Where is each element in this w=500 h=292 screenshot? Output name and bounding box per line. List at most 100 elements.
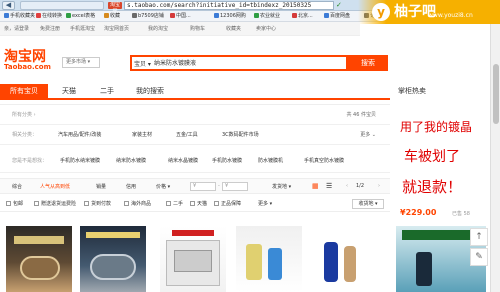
filter-option[interactable]: 手机真空防水镀膜	[304, 157, 344, 164]
product-image[interactable]	[6, 226, 72, 292]
checkbox-icon[interactable]	[6, 201, 11, 206]
browser-tab[interactable]	[20, 1, 104, 10]
ad-text-line1: 用了我的镀晶	[400, 120, 473, 134]
filter-checkbox[interactable]: 货到付款	[84, 200, 111, 207]
topnav-link[interactable]: 手机逛淘宝	[70, 25, 95, 32]
scrollbar[interactable]	[490, 24, 500, 292]
bookmark-label: 中国...	[176, 13, 191, 19]
bookmark-item[interactable]: 在线转换	[36, 12, 62, 21]
filter-checkbox[interactable]: 包邮	[6, 200, 23, 207]
next-page-icon[interactable]: ›	[378, 183, 380, 189]
filter-option[interactable]: 五金/工具	[176, 131, 198, 138]
filter-option[interactable]: 3C数码配件市场	[222, 131, 259, 138]
filter-option[interactable]: 汽车用品/配件/改装	[58, 131, 101, 138]
bookmark-item[interactable]: excel表格	[66, 12, 95, 21]
filter-option[interactable]: 手机防水镀膜	[212, 157, 242, 164]
bookmark-label: 百度网盘	[330, 13, 351, 19]
bookmark-icon	[132, 13, 137, 18]
checkbox-icon[interactable]	[124, 201, 129, 206]
bookmark-item[interactable]: 12306网购	[214, 12, 246, 21]
sort-popularity[interactable]: 人气从高到低	[40, 183, 70, 190]
bookmark-icon	[214, 13, 219, 18]
bookmark-item[interactable]: 百度网盘	[324, 12, 350, 21]
taobao-logo-subtitle: Taobao.com	[4, 63, 51, 71]
sort-credit[interactable]: 信用	[126, 183, 136, 190]
topnav-link[interactable]: 购物车	[190, 25, 205, 32]
bookmark-item[interactable]: b7509店铺	[132, 12, 164, 21]
ship-to-select[interactable]: 收货地 ▾	[352, 199, 384, 209]
site-watermark: y 柚子吧 www.youzi8.cn	[358, 0, 500, 24]
filter-label: 您是不是想找：	[12, 158, 48, 164]
checkbox-icon[interactable]	[84, 201, 89, 206]
checkbox-icon[interactable]	[166, 201, 171, 206]
bookmark-label: 农业就业	[260, 13, 281, 19]
filter-option[interactable]: 家装主材	[132, 131, 152, 138]
back-to-top-icon[interactable]: ↑	[470, 228, 488, 246]
ad-text-line2: 车被划了	[404, 149, 460, 165]
tab-tmall[interactable]: 天猫	[54, 84, 84, 98]
tab-secondhand[interactable]: 二手	[92, 84, 122, 98]
bookmark-item[interactable]: 北京...	[292, 12, 313, 21]
tab-my-search[interactable]: 我的搜索	[128, 84, 172, 98]
price-to-input[interactable]: ¥	[222, 182, 248, 191]
filter-checkbox[interactable]: 更多 ▾	[258, 200, 272, 207]
checkbox-label: 赠送退货运费险	[41, 201, 77, 207]
search-category-select[interactable]: 宝贝 ▾	[134, 59, 151, 68]
filter-checkbox[interactable]: 天猫	[190, 200, 207, 207]
ship-from-select[interactable]: 发货地 ▾	[272, 183, 291, 190]
scrollbar-thumb[interactable]	[493, 64, 499, 124]
filter-option[interactable]: 纳米防水镀膜	[116, 157, 146, 164]
topnav-link[interactable]: 卖家中心	[256, 25, 276, 32]
site-topnav: 亲，请登录 免费注册 手机逛淘宝 淘宝网首页 我的淘宝 购物车 收藏夹 卖家中心	[0, 22, 360, 36]
filter-option[interactable]: 纳米水晶镀膜	[168, 157, 198, 164]
filter-option[interactable]: 手机防水纳米镀膜	[60, 157, 100, 164]
grid-view-icon[interactable]: ▦	[312, 182, 319, 190]
sort-default[interactable]: 综合	[12, 183, 22, 190]
region-select[interactable]: 更多市场 ▾	[62, 57, 100, 68]
filter-option[interactable]: 防水镀膜机	[258, 157, 283, 164]
side-ad[interactable]: 用了我的镀晶 车被划了 就退款！	[396, 104, 486, 220]
checkbox-icon[interactable]	[34, 201, 39, 206]
topnav-link[interactable]: 免费注册	[40, 25, 60, 32]
checkbox-icon[interactable]	[214, 201, 219, 206]
topnav-link[interactable]: 淘宝网首页	[104, 25, 129, 32]
filter-label: 相关分类：	[12, 132, 38, 138]
ad-sold: 已售 58	[452, 211, 470, 217]
bookmark-item[interactable]: 农业就业	[254, 12, 280, 21]
product-image[interactable]	[314, 226, 380, 292]
filter-checks: 包邮 赠送退货运费险 货到付款 海外商品 二手 天猫 正品保障 更多 ▾	[0, 196, 390, 212]
checkbox-label: 包邮	[13, 201, 24, 207]
product-image[interactable]	[236, 226, 302, 292]
product-image[interactable]	[80, 226, 146, 292]
checkbox-icon[interactable]	[190, 201, 195, 206]
sort-sales[interactable]: 销量	[96, 183, 106, 190]
search-input[interactable]	[154, 59, 344, 69]
product-image[interactable]	[160, 226, 226, 292]
result-tabs: 所有宝贝 天猫 二手 我的搜索	[0, 84, 390, 100]
search-button[interactable]: 搜索	[348, 55, 388, 71]
prev-page-icon[interactable]: ‹	[346, 183, 348, 189]
filter-checkbox[interactable]: 正品保障	[214, 200, 241, 207]
bookmark-item[interactable]: 手机收藏夹	[4, 12, 35, 21]
feedback-icon[interactable]: ✎	[470, 248, 488, 266]
breadcrumb[interactable]: 所有分类 ›	[12, 111, 36, 118]
tab-all-items[interactable]: 所有宝贝	[0, 84, 48, 98]
list-view-icon[interactable]: ☰	[326, 182, 332, 190]
sort-price[interactable]: 价格 ▾	[156, 183, 170, 190]
bookmark-item[interactable]: 收藏	[104, 12, 120, 21]
bookmark-item[interactable]: 中国...	[170, 12, 191, 21]
address-bar[interactable]: s.taobao.com/search?initiative_id=tbinde…	[124, 1, 334, 10]
topnav-link[interactable]: 收藏夹	[226, 25, 241, 32]
check-icon[interactable]: ✓	[336, 1, 360, 10]
filter-checkbox[interactable]: 二手	[166, 200, 183, 207]
side-title: 掌柜热卖	[398, 87, 426, 95]
bookmark-icon	[66, 13, 71, 18]
price-from-input[interactable]: ¥	[190, 182, 216, 191]
filter-more-button[interactable]: 更多 ⌄	[360, 131, 376, 138]
filter-checkbox[interactable]: 海外商品	[124, 200, 151, 207]
topnav-link[interactable]: 我的淘宝	[148, 25, 168, 32]
search-box: 宝贝 ▾	[130, 55, 348, 71]
back-button[interactable]: ◀	[2, 1, 15, 10]
topnav-link[interactable]: 亲，请登录	[4, 25, 29, 32]
filter-checkbox[interactable]: 赠送退货运费险	[34, 200, 76, 207]
